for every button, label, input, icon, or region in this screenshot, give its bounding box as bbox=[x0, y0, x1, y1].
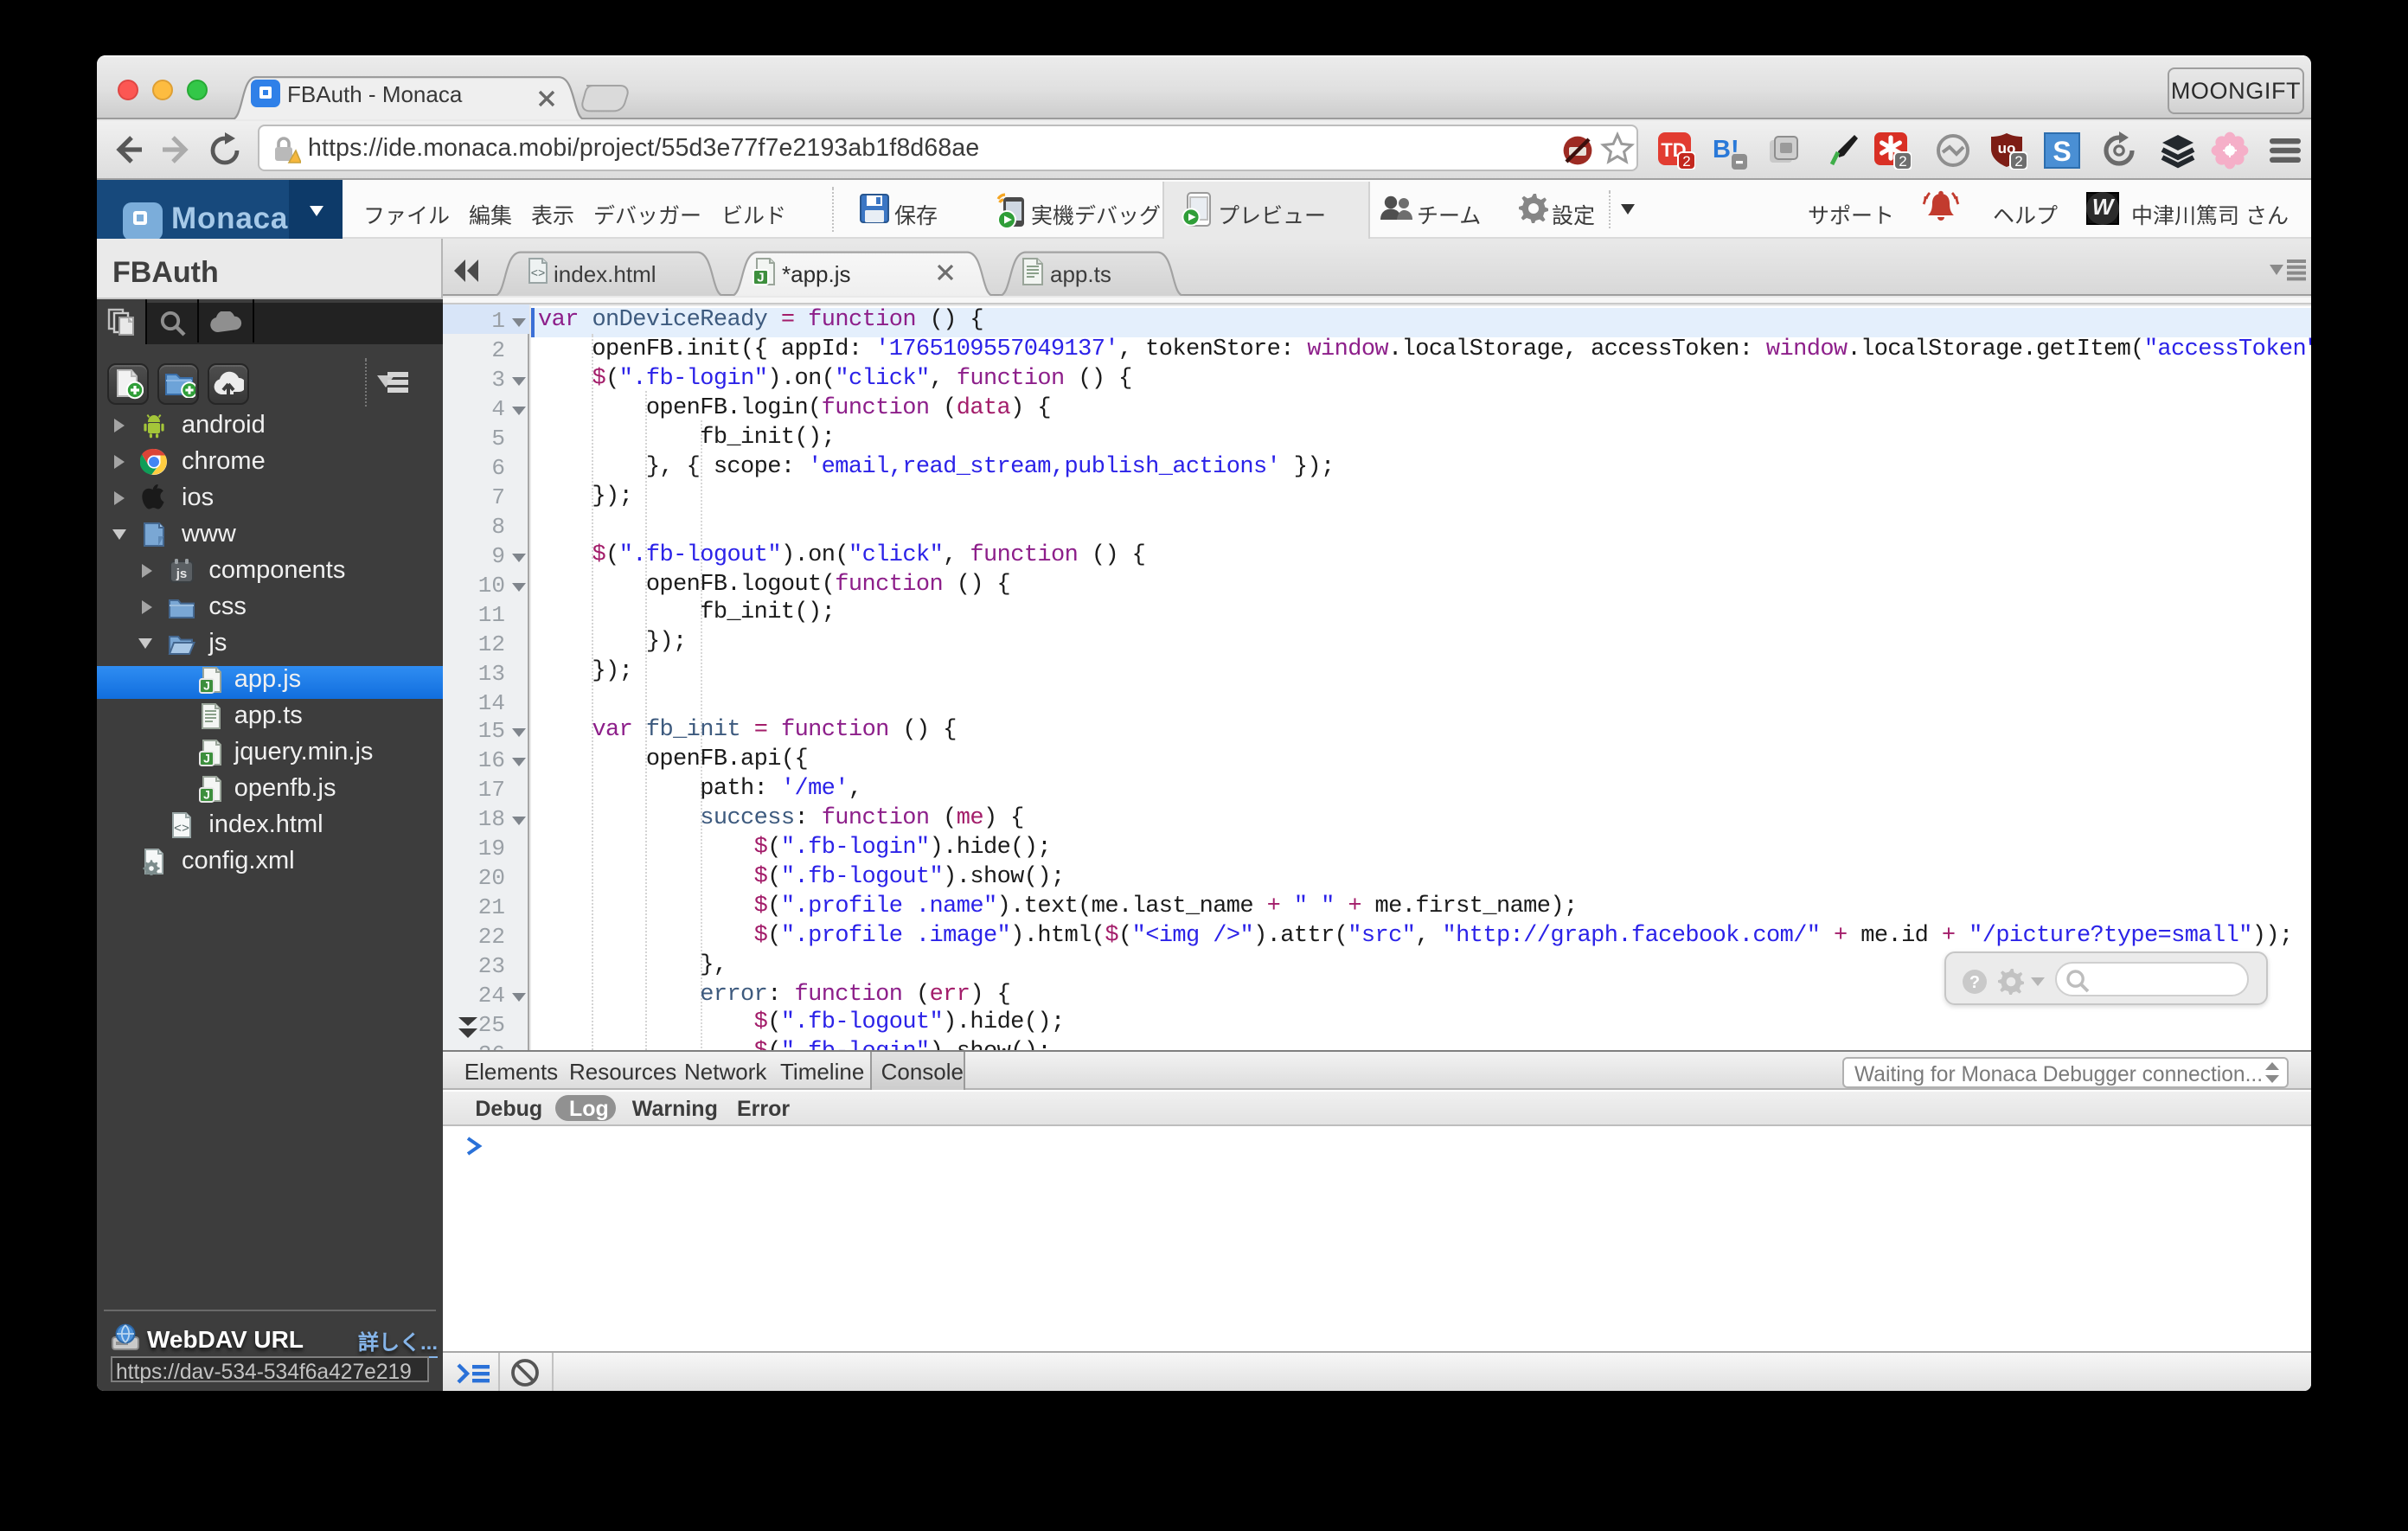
svg-text:2: 2 bbox=[1899, 152, 1906, 169]
svg-text:2: 2 bbox=[1682, 152, 1690, 169]
svg-text:2: 2 bbox=[2014, 152, 2022, 169]
svg-text:S: S bbox=[2053, 135, 2071, 166]
svg-text:<>: <> bbox=[531, 267, 546, 281]
svg-text:?: ? bbox=[1969, 972, 1980, 991]
svg-text:J: J bbox=[757, 270, 764, 285]
